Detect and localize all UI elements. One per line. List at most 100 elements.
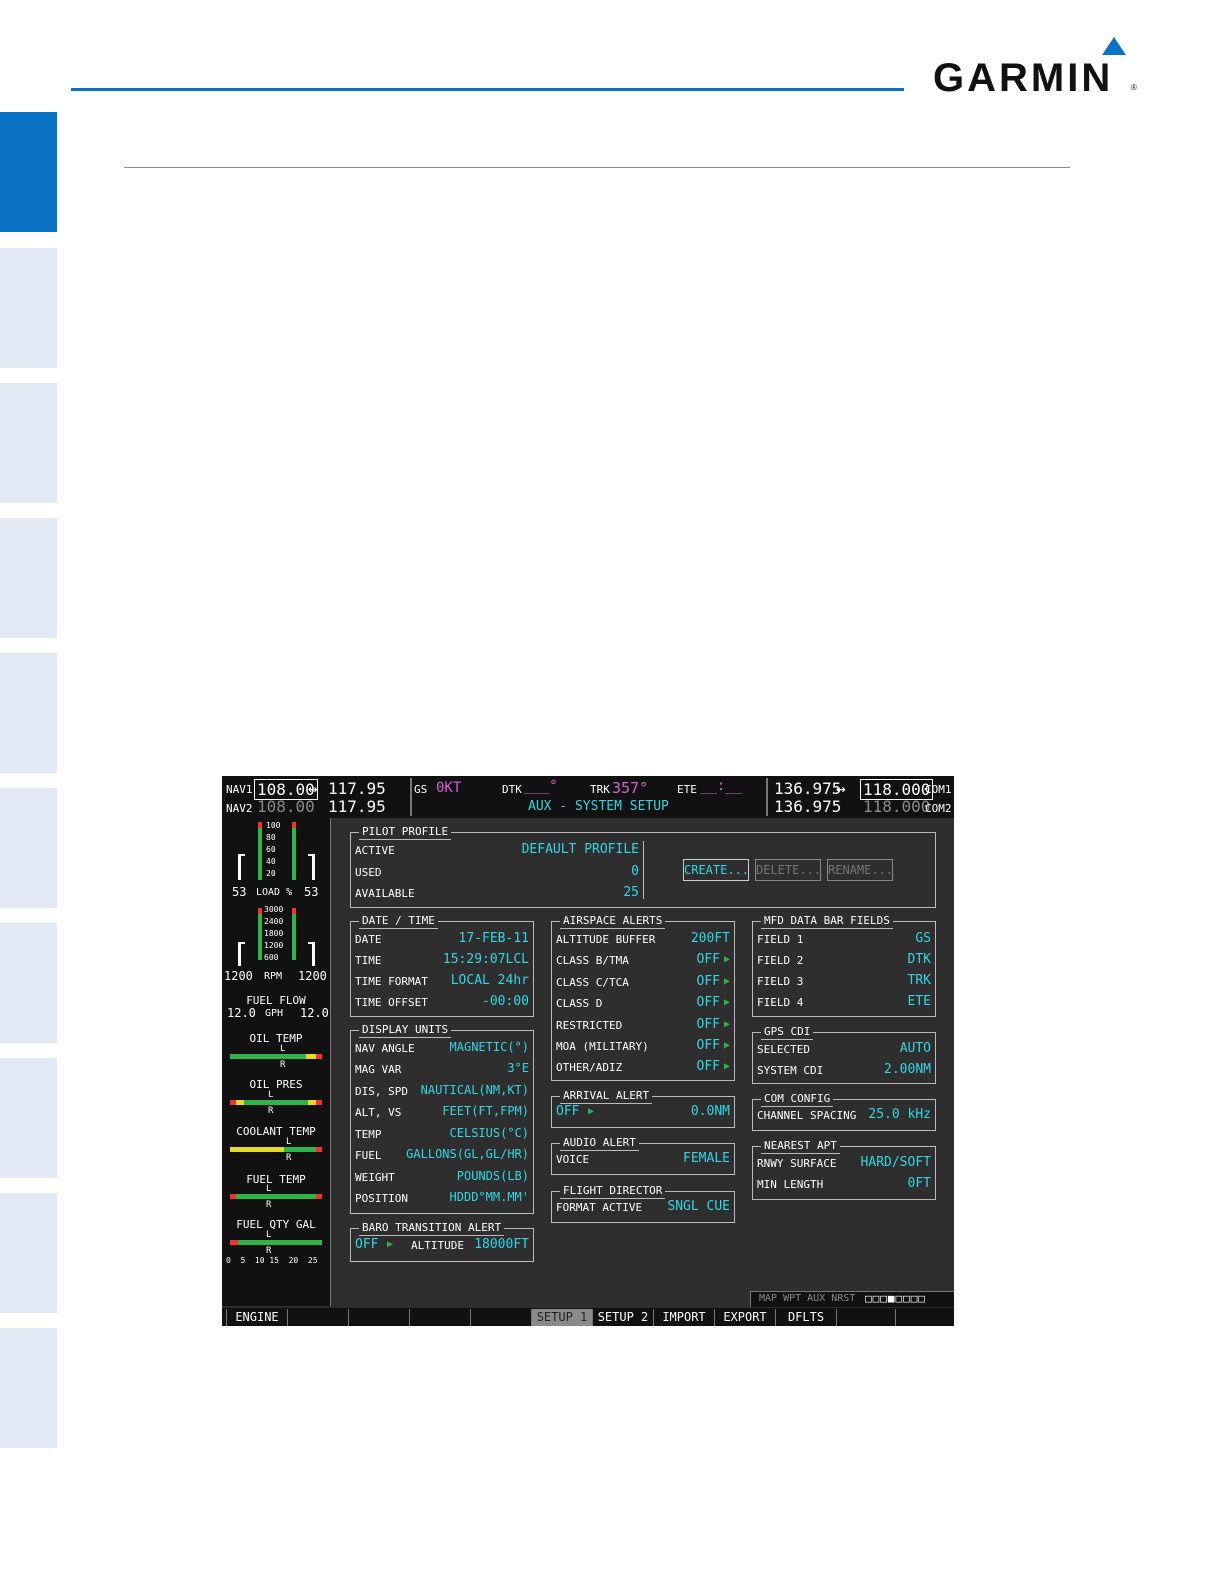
row-value[interactable]: NAUTICAL(NM,KT) xyxy=(421,1083,529,1097)
row-value[interactable]: OFF xyxy=(697,1017,720,1032)
row-value[interactable]: LOCAL 24hr xyxy=(451,973,529,988)
field-4-row[interactable]: FIELD 4 ETE xyxy=(757,994,931,1011)
class-d-row[interactable]: CLASS D OFF ▶ xyxy=(556,995,730,1012)
side-tab[interactable] xyxy=(0,653,57,773)
class-b-row[interactable]: CLASS B/TMA OFF ▶ xyxy=(556,952,730,969)
arrival-alert-distance[interactable]: 0.0NM xyxy=(691,1104,730,1119)
side-tab[interactable] xyxy=(0,788,57,908)
altitude-buffer-row[interactable]: ALTITUDE BUFFER 200FT xyxy=(556,931,730,948)
dis-spd-row[interactable]: DIS, SPD NAUTICAL(NM,KT) xyxy=(355,1083,529,1100)
weight-row[interactable]: WEIGHT POUNDS(LB) xyxy=(355,1169,529,1186)
format-active-value[interactable]: SNGL CUE xyxy=(667,1199,730,1214)
cdi-selected-row[interactable]: SELECTED AUTO xyxy=(757,1041,931,1058)
com2-active[interactable]: 118.000 xyxy=(863,797,930,816)
oil-temp-pointer-left: L xyxy=(280,1044,286,1054)
rename-profile-button[interactable]: RENAME... xyxy=(827,859,893,881)
softkey-blank[interactable] xyxy=(895,1309,954,1326)
fuel-row[interactable]: FUEL GALLONS(GL,GL/HR) xyxy=(355,1147,529,1164)
field-1-row[interactable]: FIELD 1 GS xyxy=(757,931,931,948)
profile-active-row[interactable]: ACTIVE DEFAULT PROFILE xyxy=(355,842,639,859)
min-length-value[interactable]: 0FT xyxy=(908,1176,931,1191)
row-value[interactable]: 3°E xyxy=(507,1061,529,1075)
row-value[interactable]: GALLONS(GL,GL/HR) xyxy=(406,1147,529,1161)
row-value[interactable]: HDDD°MM.MM' xyxy=(450,1190,529,1204)
field-3-row[interactable]: FIELD 3 TRK xyxy=(757,973,931,990)
row-value[interactable]: 15:29:07LCL xyxy=(443,952,529,967)
softkey-setup-2[interactable]: SETUP 2 xyxy=(592,1309,653,1326)
row-value[interactable]: ETE xyxy=(908,994,931,1009)
side-tab[interactable] xyxy=(0,1328,57,1448)
softkey-export[interactable]: EXPORT xyxy=(714,1309,775,1326)
row-value[interactable]: OFF xyxy=(697,952,720,967)
channel-spacing-row[interactable]: CHANNEL SPACING 25.0 kHz xyxy=(757,1107,931,1124)
softkey-blank[interactable] xyxy=(836,1309,895,1326)
field-2-row[interactable]: FIELD 2 DTK xyxy=(757,952,931,969)
time-row[interactable]: TIME 15:29:07LCL xyxy=(355,952,529,969)
channel-spacing-value[interactable]: 25.0 kHz xyxy=(868,1107,931,1122)
position-row[interactable]: POSITION HDDD°MM.MM' xyxy=(355,1190,529,1207)
side-tab[interactable] xyxy=(0,1193,57,1313)
row-value[interactable]: TRK xyxy=(908,973,931,988)
delete-profile-button[interactable]: DELETE... xyxy=(755,859,821,881)
com1-standby[interactable]: 136.975 xyxy=(774,779,841,798)
other-adiz-row[interactable]: OTHER/ADIZ OFF ▶ xyxy=(556,1059,730,1076)
profile-active-value[interactable]: DEFAULT PROFILE xyxy=(522,842,639,857)
row-value[interactable]: OFF xyxy=(697,1038,720,1053)
restricted-row[interactable]: RESTRICTED OFF ▶ xyxy=(556,1017,730,1034)
arrival-alert-row[interactable]: OFF ▶ 0.0NM xyxy=(556,1104,730,1121)
row-value[interactable]: 200FT xyxy=(691,931,730,946)
row-value[interactable]: DTK xyxy=(908,952,931,967)
baro-altitude-value[interactable]: 18000FT xyxy=(474,1237,529,1252)
time-offset-row[interactable]: TIME OFFSET -00:00 xyxy=(355,994,529,1011)
voice-value[interactable]: FEMALE xyxy=(683,1151,730,1166)
baro-transition-title: BARO TRANSITION ALERT xyxy=(359,1221,505,1236)
nav2-standby[interactable]: 117.95 xyxy=(328,797,386,816)
softkey-dflts[interactable]: DFLTS xyxy=(775,1309,836,1326)
softkey-import[interactable]: IMPORT xyxy=(653,1309,714,1326)
softkey-blank[interactable] xyxy=(470,1309,531,1326)
side-tab[interactable] xyxy=(0,248,57,368)
oil-temp-pointer-right: R xyxy=(280,1060,286,1070)
softkey-blank[interactable] xyxy=(287,1309,348,1326)
cdi-selected-value[interactable]: AUTO xyxy=(900,1041,931,1056)
softkey-blank[interactable] xyxy=(409,1309,470,1326)
row-value[interactable]: CELSIUS(°C) xyxy=(450,1126,529,1140)
nav-angle-row[interactable]: NAV ANGLE MAGNETIC(°) xyxy=(355,1040,529,1057)
row-value[interactable]: MAGNETIC(°) xyxy=(450,1040,529,1054)
softkey-engine[interactable]: ENGINE xyxy=(226,1309,287,1326)
moa-row[interactable]: MOA (MILITARY) OFF ▶ xyxy=(556,1038,730,1055)
min-length-row[interactable]: MIN LENGTH 0FT xyxy=(757,1176,931,1193)
row-value[interactable]: -00:00 xyxy=(482,994,529,1009)
side-tab-active[interactable] xyxy=(0,112,57,232)
row-value[interactable]: FEET(FT,FPM) xyxy=(442,1104,529,1118)
baro-transition-state[interactable]: OFF xyxy=(355,1237,378,1252)
baro-transition-row[interactable]: OFF ▶ ALTITUDE 18000FT xyxy=(355,1237,529,1254)
row-value[interactable]: GS xyxy=(915,931,931,946)
nav1-standby[interactable]: 117.95 xyxy=(328,779,386,798)
runway-surface-value[interactable]: HARD/SOFT xyxy=(861,1155,931,1170)
softkey-blank[interactable] xyxy=(348,1309,409,1326)
arrival-alert-state[interactable]: OFF xyxy=(556,1104,579,1119)
row-value[interactable]: 17-FEB-11 xyxy=(459,931,529,946)
nav2-active[interactable]: 108.00 xyxy=(257,797,315,816)
time-format-row[interactable]: TIME FORMAT LOCAL 24hr xyxy=(355,973,529,990)
alt-vs-row[interactable]: ALT, VS FEET(FT,FPM) xyxy=(355,1104,529,1121)
side-tab[interactable] xyxy=(0,1058,57,1178)
softkey-setup-1[interactable]: SETUP 1 xyxy=(531,1309,592,1326)
side-tab[interactable] xyxy=(0,518,57,638)
side-tab[interactable] xyxy=(0,383,57,503)
runway-surface-row[interactable]: RNWY SURFACE HARD/SOFT xyxy=(757,1155,931,1172)
row-value[interactable]: OFF xyxy=(697,974,720,989)
mag-var-row[interactable]: MAG VAR 3°E xyxy=(355,1061,529,1078)
format-active-row[interactable]: FORMAT ACTIVE SNGL CUE xyxy=(556,1199,730,1216)
row-value[interactable]: POUNDS(LB) xyxy=(457,1169,529,1183)
voice-row[interactable]: VOICE FEMALE xyxy=(556,1151,730,1168)
com2-standby[interactable]: 136.975 xyxy=(774,797,841,816)
temp-row[interactable]: TEMP CELSIUS(°C) xyxy=(355,1126,529,1143)
create-profile-button[interactable]: CREATE... xyxy=(683,859,749,881)
class-c-row[interactable]: CLASS C/TCA OFF ▶ xyxy=(556,974,730,991)
row-value[interactable]: OFF xyxy=(697,995,720,1010)
side-tab[interactable] xyxy=(0,923,57,1043)
date-row[interactable]: DATE 17-FEB-11 xyxy=(355,931,529,948)
row-value[interactable]: OFF xyxy=(697,1059,720,1074)
